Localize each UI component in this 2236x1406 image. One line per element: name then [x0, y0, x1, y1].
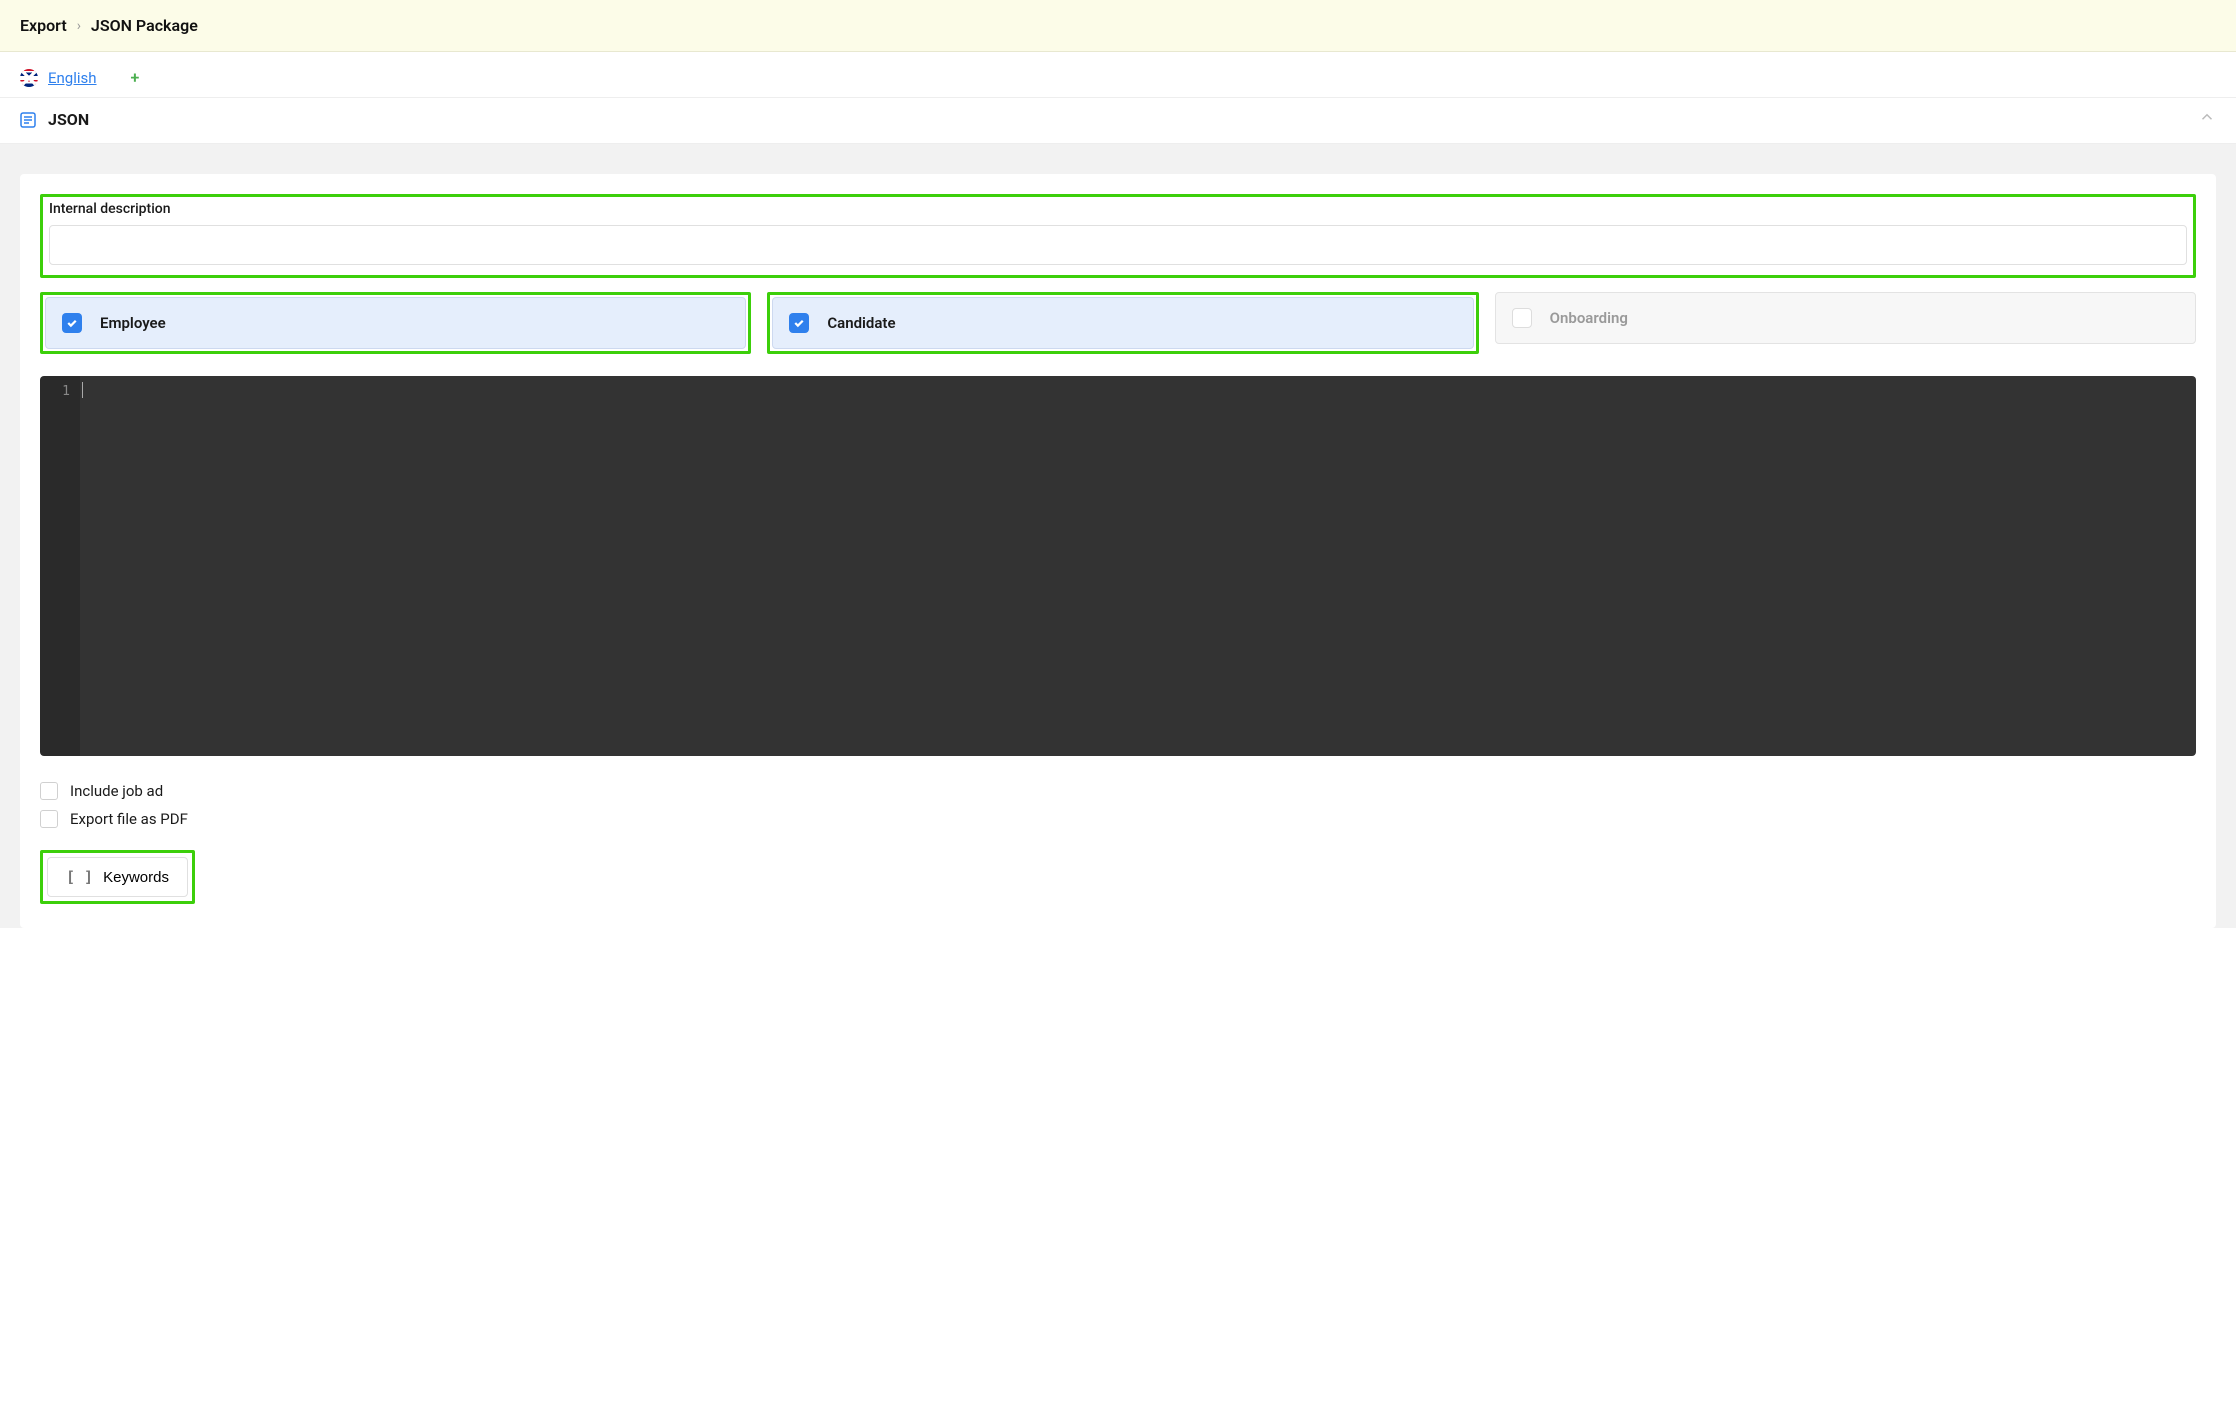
checkbox-unchecked-icon — [1512, 308, 1532, 328]
onboarding-card-label: Onboarding — [1550, 309, 1628, 327]
candidate-card-highlight: Candidate — [767, 292, 1478, 354]
section-title: JSON — [48, 110, 2186, 129]
include-job-ad-row[interactable]: Include job ad — [40, 778, 2196, 804]
line-number: 1 — [40, 384, 70, 399]
brackets-icon: [ ] — [66, 868, 93, 886]
editor-body[interactable] — [80, 376, 2196, 756]
checkbox-checked-icon — [789, 313, 809, 333]
internal-description-group: Internal description — [40, 194, 2196, 278]
uk-flag-icon — [20, 69, 38, 87]
include-job-ad-checkbox[interactable] — [40, 782, 58, 800]
keywords-button[interactable]: [ ] Keywords — [47, 857, 188, 897]
breadcrumb-root[interactable]: Export — [20, 16, 67, 35]
form-panel: Internal description Employee Candidate — [20, 174, 2216, 928]
employee-card[interactable]: Employee — [45, 297, 746, 349]
type-cards-row: Employee Candidate Onboarding — [40, 292, 2196, 354]
employee-card-label: Employee — [100, 314, 166, 332]
breadcrumb-current: JSON Package — [91, 16, 198, 35]
onboarding-card[interactable]: Onboarding — [1495, 292, 2196, 344]
language-tabs: English + — [0, 52, 2236, 98]
export-pdf-label: Export file as PDF — [70, 810, 188, 828]
chevron-right-icon: › — [77, 18, 81, 34]
onboarding-card-wrapper: Onboarding — [1495, 292, 2196, 354]
internal-description-input[interactable] — [49, 225, 2187, 265]
keywords-button-label: Keywords — [103, 869, 169, 886]
export-pdf-row[interactable]: Export file as PDF — [40, 806, 2196, 832]
chevron-up-icon[interactable] — [2198, 108, 2216, 131]
section-header[interactable]: JSON — [0, 98, 2236, 144]
checkbox-checked-icon — [62, 313, 82, 333]
export-pdf-checkbox[interactable] — [40, 810, 58, 828]
json-file-icon — [20, 112, 36, 128]
editor-gutter: 1 — [40, 376, 80, 756]
include-job-ad-label: Include job ad — [70, 782, 163, 800]
add-language-button[interactable]: + — [131, 68, 140, 87]
language-tab-english[interactable]: English — [48, 69, 97, 87]
breadcrumb-bar: Export › JSON Package — [0, 0, 2236, 52]
employee-card-highlight: Employee — [40, 292, 751, 354]
keywords-highlight: [ ] Keywords — [40, 850, 195, 904]
candidate-card-label: Candidate — [827, 314, 895, 332]
candidate-card[interactable]: Candidate — [772, 297, 1473, 349]
editor-cursor — [82, 382, 83, 398]
json-code-editor[interactable]: 1 — [40, 376, 2196, 756]
main-content: Internal description Employee Candidate — [0, 144, 2236, 928]
internal-description-label: Internal description — [49, 201, 2187, 217]
